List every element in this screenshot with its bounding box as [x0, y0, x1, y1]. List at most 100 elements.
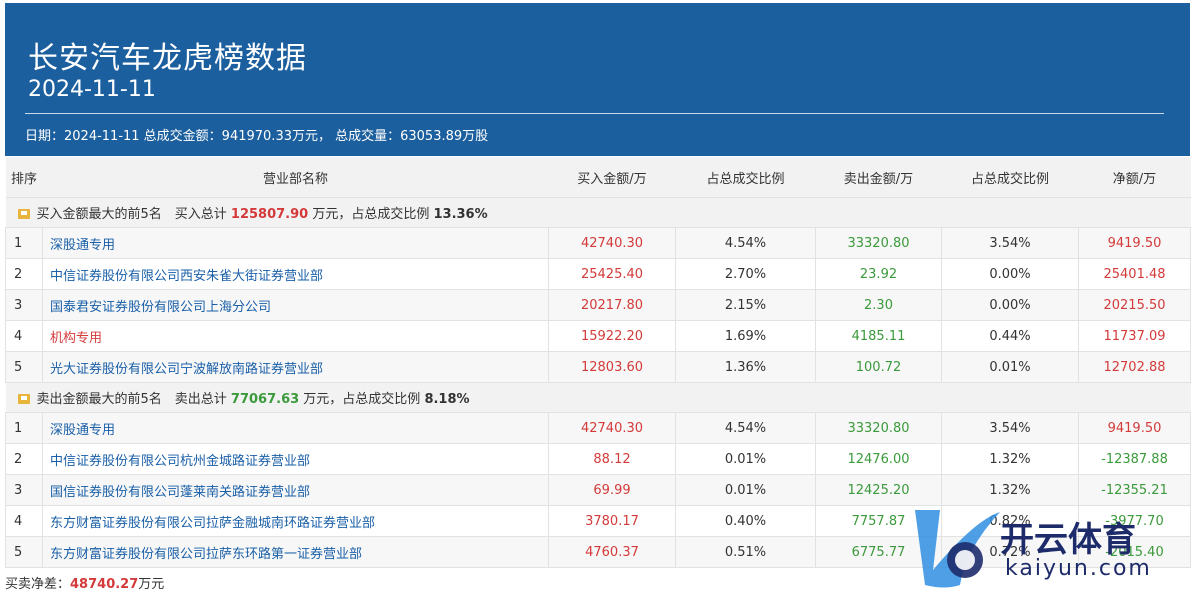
buy-ratio-cell: 0.01%	[675, 443, 816, 475]
group-total: 125807.90	[230, 207, 309, 222]
folder-icon	[17, 209, 30, 219]
column-header-net: 净额/万	[1078, 157, 1191, 198]
rank-cell: 4	[5, 505, 43, 537]
page-header: 长安汽车龙虎榜数据 2024-11-11 日期：2024-11-11 总成交金额…	[5, 3, 1190, 156]
buy-amount-cell: 88.12	[548, 443, 676, 475]
table-row: 1 深股通专用 42740.30 4.54% 33320.80 3.54% 9419.50	[5, 412, 1191, 444]
column-header-rank: 排序	[5, 157, 43, 198]
branch-name-link[interactable]: 光大证券股份有限公司宁波解放南路证券营业部	[42, 351, 549, 383]
net-amount-cell: 20215.50	[1078, 289, 1191, 321]
table-row: 3 国信证券股份有限公司蓬莱南关路证券营业部 69.99 0.01% 12425.20 1…	[5, 474, 1191, 506]
trade-summary: 日期：2024-11-11 总成交金额：941970.33万元， 总成交量：63…	[25, 129, 489, 144]
sell-amount-cell: 6775.77	[815, 536, 942, 568]
branch-name-link[interactable]: 中信证券股份有限公司杭州金城路证券营业部	[42, 443, 549, 475]
net-amount-cell: 12702.88	[1078, 351, 1191, 383]
sell-ratio-cell: 0.82%	[941, 505, 1079, 537]
rank-cell: 2	[5, 258, 43, 290]
net-amount-cell: 25401.48	[1078, 258, 1191, 290]
buy-amount-cell: 12803.60	[548, 351, 676, 383]
sell-amount-cell: 23.92	[815, 258, 942, 290]
column-header-buy-ratio: 占总成交比例	[675, 157, 816, 198]
table-row: 3 国泰君安证券股份有限公司上海分公司 20217.80 2.15% 2.30 0.00%…	[5, 289, 1191, 321]
table-header-row: 排序 营业部名称 买入金额/万 占总成交比例 卖出金额/万 占总成交比例 净额/…	[5, 157, 1191, 198]
page-title: 长安汽车龙虎榜数据	[28, 41, 307, 76]
net-difference: 买卖净差：48740.27万元	[5, 573, 164, 592]
sell-group-header: 卖出金额最大的前5名 卖出总计 77067.63 万元，占总成交比例 8.18%	[5, 382, 1191, 413]
buy-ratio-cell: 4.54%	[675, 227, 816, 259]
net-amount-cell: 11737.09	[1078, 320, 1191, 352]
dragon-tiger-table: 排序 营业部名称 买入金额/万 占总成交比例 卖出金额/万 占总成交比例 净额/…	[5, 157, 1191, 568]
buy-ratio-cell: 2.15%	[675, 289, 816, 321]
group-total: 77067.63	[230, 392, 300, 407]
sell-amount-cell: 12476.00	[815, 443, 942, 475]
buy-amount-cell: 42740.30	[548, 227, 676, 259]
net-difference-value: 48740.27	[70, 577, 139, 592]
buy-ratio-cell: 0.01%	[675, 474, 816, 506]
branch-name-link[interactable]: 深股通专用	[42, 412, 549, 444]
sell-amount-cell: 2.30	[815, 289, 942, 321]
group-label: 卖出金额最大的前5名 卖出总计	[36, 392, 231, 407]
buy-amount-cell: 3780.17	[548, 505, 676, 537]
group-ratio: 13.36%	[433, 207, 488, 222]
rank-cell: 1	[5, 227, 43, 259]
rank-cell: 4	[5, 320, 43, 352]
buy-ratio-cell: 1.36%	[675, 351, 816, 383]
column-header-buy-amount: 买入金额/万	[548, 157, 676, 198]
net-amount-cell: -12355.21	[1078, 474, 1191, 506]
buy-amount-cell: 42740.30	[548, 412, 676, 444]
sell-amount-cell: 33320.80	[815, 227, 942, 259]
sell-amount-cell: 4185.11	[815, 320, 942, 352]
branch-name-link[interactable]: 东方财富证券股份有限公司拉萨金融城南环路证券营业部	[42, 505, 549, 537]
net-difference-unit: 万元	[138, 577, 165, 592]
table-row: 5 东方财富证券股份有限公司拉萨东环路第一证券营业部 4760.37 0.51% 677…	[5, 536, 1191, 568]
column-header-branch: 营业部名称	[42, 157, 549, 198]
buy-amount-cell: 69.99	[548, 474, 676, 506]
branch-name-link[interactable]: 机构专用	[42, 320, 549, 352]
sell-ratio-cell: 0.00%	[941, 289, 1079, 321]
rank-cell: 1	[5, 412, 43, 444]
rank-cell: 3	[5, 289, 43, 321]
rank-cell: 5	[5, 536, 43, 568]
branch-name-link[interactable]: 国泰君安证券股份有限公司上海分公司	[42, 289, 549, 321]
buy-amount-cell: 4760.37	[548, 536, 676, 568]
sell-amount-cell: 100.72	[815, 351, 942, 383]
sell-ratio-cell: 0.44%	[941, 320, 1079, 352]
group-ratio-label: 万元，占总成交比例	[299, 392, 425, 407]
sell-amount-cell: 12425.20	[815, 474, 942, 506]
sell-ratio-cell: 0.72%	[941, 536, 1079, 568]
branch-name-link[interactable]: 深股通专用	[42, 227, 549, 259]
sell-ratio-cell: 0.00%	[941, 258, 1079, 290]
folder-icon	[17, 394, 30, 404]
branch-name-link[interactable]: 中信证券股份有限公司西安朱雀大街证券营业部	[42, 258, 549, 290]
buy-amount-cell: 15922.20	[548, 320, 676, 352]
table-row: 4 东方财富证券股份有限公司拉萨金融城南环路证券营业部 3780.17 0.40% 77…	[5, 505, 1191, 537]
header-divider	[25, 113, 1164, 114]
group-ratio: 8.18%	[424, 392, 470, 407]
buy-group-header: 买入金额最大的前5名 买入总计 125807.90 万元，占总成交比例 13.3…	[5, 197, 1191, 228]
rank-cell: 5	[5, 351, 43, 383]
net-amount-cell: 9419.50	[1078, 412, 1191, 444]
net-amount-cell: 9419.50	[1078, 227, 1191, 259]
branch-name-link[interactable]: 国信证券股份有限公司蓬莱南关路证券营业部	[42, 474, 549, 506]
table-row: 5 光大证券股份有限公司宁波解放南路证券营业部 12803.60 1.36% 100.7…	[5, 351, 1191, 383]
sell-ratio-cell: 3.54%	[941, 227, 1079, 259]
table-row: 1 深股通专用 42740.30 4.54% 33320.80 3.54% 9419.50	[5, 227, 1191, 259]
rank-cell: 3	[5, 474, 43, 506]
sell-amount-cell: 33320.80	[815, 412, 942, 444]
buy-amount-cell: 20217.80	[548, 289, 676, 321]
branch-name-link[interactable]: 东方财富证券股份有限公司拉萨东环路第一证券营业部	[42, 536, 549, 568]
buy-ratio-cell: 0.51%	[675, 536, 816, 568]
buy-ratio-cell: 1.69%	[675, 320, 816, 352]
buy-ratio-cell: 4.54%	[675, 412, 816, 444]
sell-ratio-cell: 0.01%	[941, 351, 1079, 383]
table-row: 4 机构专用 15922.20 1.69% 4185.11 0.44% 11737.09	[5, 320, 1191, 352]
column-header-sell-ratio: 占总成交比例	[941, 157, 1079, 198]
table-row: 2 中信证券股份有限公司西安朱雀大街证券营业部 25425.40 2.70% 23.92…	[5, 258, 1191, 290]
page-date: 2024-11-11	[28, 77, 156, 102]
column-header-sell-amount: 卖出金额/万	[815, 157, 942, 198]
group-label: 买入金额最大的前5名 买入总计	[36, 207, 231, 222]
net-amount-cell: -2015.40	[1078, 536, 1191, 568]
buy-amount-cell: 25425.40	[548, 258, 676, 290]
buy-ratio-cell: 2.70%	[675, 258, 816, 290]
group-ratio-label: 万元，占总成交比例	[308, 207, 434, 222]
